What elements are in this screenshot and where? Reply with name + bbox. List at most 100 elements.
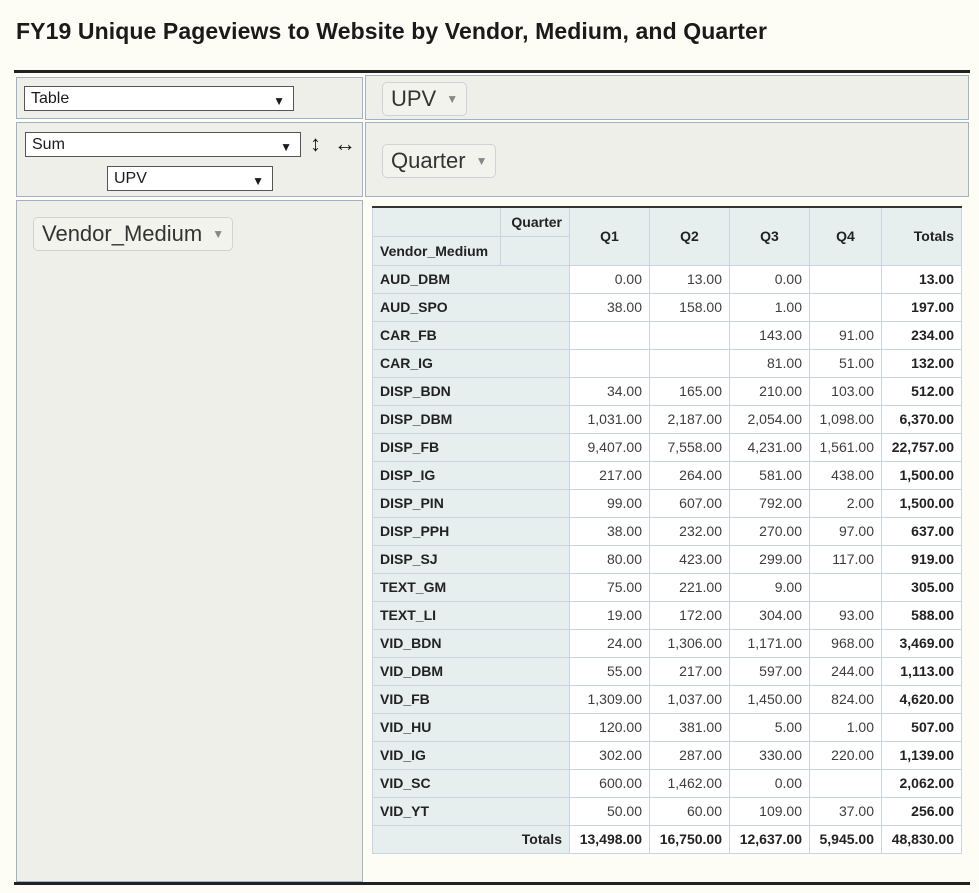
table-cell[interactable]: 60.00 (649, 796, 730, 826)
table-cell[interactable]: 220.00 (809, 740, 882, 770)
row-total-cell[interactable]: 1,113.00 (881, 656, 962, 686)
table-cell[interactable]: 51.00 (809, 348, 882, 378)
table-cell[interactable] (809, 768, 882, 798)
table-cell[interactable]: 80.00 (569, 544, 650, 574)
table-cell[interactable]: 81.00 (729, 348, 810, 378)
table-cell[interactable]: 97.00 (809, 516, 882, 546)
row-total-cell[interactable]: 919.00 (881, 544, 962, 574)
row-total-cell[interactable]: 588.00 (881, 600, 962, 630)
table-cell[interactable]: 232.00 (649, 516, 730, 546)
table-cell[interactable]: 381.00 (649, 712, 730, 742)
table-cell[interactable]: 217.00 (649, 656, 730, 686)
row-sort-icon[interactable]: ↕ (310, 133, 321, 155)
renderer-select[interactable]: Table ▼ (24, 86, 294, 111)
col-header-q4[interactable]: Q4 (809, 206, 882, 266)
table-cell[interactable]: 34.00 (569, 376, 650, 406)
table-cell[interactable]: 581.00 (729, 460, 810, 490)
table-cell[interactable]: 1,450.00 (729, 684, 810, 714)
table-cell[interactable]: 55.00 (569, 656, 650, 686)
table-cell[interactable]: 120.00 (569, 712, 650, 742)
table-cell[interactable]: 109.00 (729, 796, 810, 826)
row-total-cell[interactable]: 1,500.00 (881, 460, 962, 490)
table-cell[interactable]: 13.00 (649, 264, 730, 294)
table-cell[interactable]: 210.00 (729, 376, 810, 406)
table-cell[interactable]: 50.00 (569, 796, 650, 826)
table-cell[interactable]: 968.00 (809, 628, 882, 658)
table-cell[interactable]: 1,462.00 (649, 768, 730, 798)
table-cell[interactable]: 19.00 (569, 600, 650, 630)
row-total-cell[interactable]: 132.00 (881, 348, 962, 378)
attr-pill-unused[interactable]: UPV ▼ (382, 82, 468, 116)
table-cell[interactable]: 244.00 (809, 656, 882, 686)
table-cell[interactable]: 172.00 (649, 600, 730, 630)
table-cell[interactable]: 1,098.00 (809, 404, 882, 434)
table-cell[interactable]: 423.00 (649, 544, 730, 574)
grand-total-cell[interactable]: 48,830.00 (881, 824, 962, 854)
table-cell[interactable]: 24.00 (569, 628, 650, 658)
table-cell[interactable]: 7,558.00 (649, 432, 730, 462)
col-sort-icon[interactable]: ↔ (334, 133, 356, 155)
row-total-cell[interactable]: 2,062.00 (881, 768, 962, 798)
table-cell[interactable]: 103.00 (809, 376, 882, 406)
col-header-q3[interactable]: Q3 (729, 206, 810, 266)
table-cell[interactable] (649, 348, 730, 378)
table-cell[interactable]: 264.00 (649, 460, 730, 490)
row-total-cell[interactable]: 6,370.00 (881, 404, 962, 434)
table-cell[interactable]: 0.00 (729, 264, 810, 294)
aggregator-field-select[interactable]: UPV ▼ (107, 166, 273, 191)
table-cell[interactable]: 221.00 (649, 572, 730, 602)
table-cell[interactable]: 38.00 (569, 292, 650, 322)
table-cell[interactable] (809, 292, 882, 322)
table-cell[interactable]: 304.00 (729, 600, 810, 630)
table-cell[interactable] (809, 572, 882, 602)
table-cell[interactable]: 607.00 (649, 488, 730, 518)
aggregator-select[interactable]: Sum ▼ (25, 132, 301, 157)
table-cell[interactable]: 597.00 (729, 656, 810, 686)
row-total-cell[interactable]: 305.00 (881, 572, 962, 602)
col-total-cell[interactable]: 13,498.00 (569, 824, 650, 854)
row-total-cell[interactable]: 4,620.00 (881, 684, 962, 714)
row-total-cell[interactable]: 507.00 (881, 712, 962, 742)
table-cell[interactable]: 824.00 (809, 684, 882, 714)
row-total-cell[interactable]: 1,500.00 (881, 488, 962, 518)
row-total-cell[interactable]: 197.00 (881, 292, 962, 322)
row-total-cell[interactable]: 234.00 (881, 320, 962, 350)
col-total-cell[interactable]: 16,750.00 (649, 824, 730, 854)
table-cell[interactable]: 5.00 (729, 712, 810, 742)
table-cell[interactable]: 0.00 (729, 768, 810, 798)
table-cell[interactable]: 302.00 (569, 740, 650, 770)
table-cell[interactable]: 270.00 (729, 516, 810, 546)
table-cell[interactable]: 1.00 (809, 712, 882, 742)
table-cell[interactable]: 600.00 (569, 768, 650, 798)
table-cell[interactable]: 9,407.00 (569, 432, 650, 462)
row-total-cell[interactable]: 3,469.00 (881, 628, 962, 658)
col-total-cell[interactable]: 12,637.00 (729, 824, 810, 854)
table-cell[interactable]: 91.00 (809, 320, 882, 350)
table-cell[interactable]: 4,231.00 (729, 432, 810, 462)
row-total-cell[interactable]: 13.00 (881, 264, 962, 294)
table-cell[interactable]: 1,561.00 (809, 432, 882, 462)
table-cell[interactable]: 93.00 (809, 600, 882, 630)
table-cell[interactable]: 287.00 (649, 740, 730, 770)
attr-pill-vendor-medium[interactable]: Vendor_Medium ▼ (33, 217, 234, 251)
table-cell[interactable] (809, 264, 882, 294)
table-cell[interactable]: 217.00 (569, 460, 650, 490)
table-cell[interactable]: 1,306.00 (649, 628, 730, 658)
table-cell[interactable]: 299.00 (729, 544, 810, 574)
table-cell[interactable]: 330.00 (729, 740, 810, 770)
col-total-cell[interactable]: 5,945.00 (809, 824, 882, 854)
table-cell[interactable]: 38.00 (569, 516, 650, 546)
col-header-q2[interactable]: Q2 (649, 206, 730, 266)
table-cell[interactable]: 1,309.00 (569, 684, 650, 714)
table-cell[interactable]: 1,171.00 (729, 628, 810, 658)
table-cell[interactable]: 165.00 (649, 376, 730, 406)
col-header-q1[interactable]: Q1 (569, 206, 650, 266)
table-cell[interactable]: 2.00 (809, 488, 882, 518)
table-cell[interactable] (569, 320, 650, 350)
table-cell[interactable]: 438.00 (809, 460, 882, 490)
table-cell[interactable]: 143.00 (729, 320, 810, 350)
row-total-cell[interactable]: 637.00 (881, 516, 962, 546)
pill-dropdown-icon[interactable]: ▼ (446, 92, 458, 106)
table-cell[interactable]: 1,031.00 (569, 404, 650, 434)
table-cell[interactable]: 2,054.00 (729, 404, 810, 434)
